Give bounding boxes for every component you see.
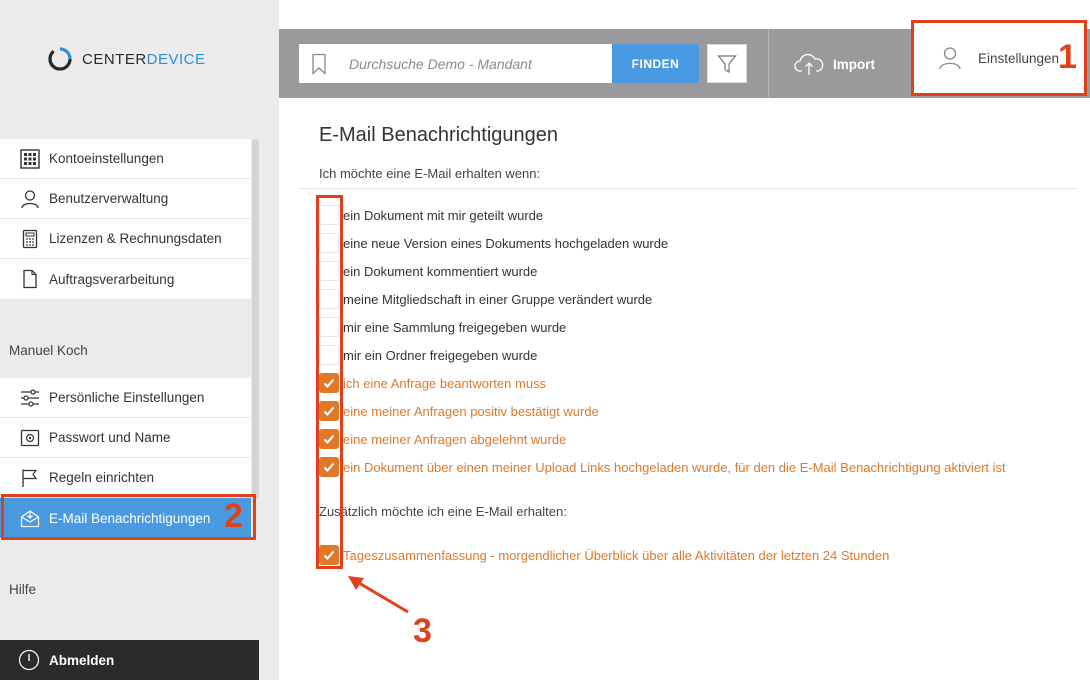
option-label: eine neue Version eines Dokuments hochge…	[343, 235, 669, 251]
bookmark-icon[interactable]	[299, 44, 339, 83]
page-title: E-Mail Benachrichtigungen	[319, 124, 559, 146]
centerdevice-logo[interactable]: CENTERDEVICE	[47, 44, 206, 74]
sidebar-scrollbar[interactable]	[252, 139, 259, 499]
calculator-icon	[20, 229, 40, 249]
sidebar: CENTERDEVICE Kontoeinstellungen Benutzer…	[0, 0, 279, 680]
id-card-icon	[20, 428, 40, 448]
annotation-box-2	[1, 494, 256, 540]
document-icon	[20, 269, 40, 289]
sidebar-item-lizenzen[interactable]: Lizenzen & Rechnungsdaten	[0, 219, 251, 259]
option-row: ich eine Anfrage beantworten muss	[319, 373, 546, 393]
annotation-number-3: 3	[413, 612, 432, 650]
option-row: Tageszusammenfassung - morgendlicher Übe…	[319, 545, 889, 565]
option-label: mir ein Ordner freigegeben wurde	[343, 347, 538, 363]
option-label: eine meiner Anfragen abgelehnt wurde	[343, 431, 567, 447]
cloud-upload-icon	[794, 52, 824, 76]
option-row: mir ein Ordner freigegeben wurde	[319, 345, 537, 365]
option-row: mir eine Sammlung freigegeben wurde	[319, 317, 566, 337]
option-row: ein Dokument über einen meiner Upload Li…	[319, 457, 1006, 477]
annotation-number-2: 2	[224, 497, 243, 535]
sidebar-item-label: Passwort und Name	[49, 430, 171, 445]
import-label: Import	[833, 56, 875, 72]
search-input[interactable]	[339, 45, 599, 82]
option-label: ein Dokument mit mir geteilt wurde	[343, 207, 544, 223]
logout-label: Abmelden	[49, 652, 115, 668]
option-label: ein Dokument kommentiert wurde	[343, 263, 538, 279]
settings-label: Einstellungen	[978, 50, 1060, 66]
sidebar-item-label: Regeln einrichten	[49, 470, 155, 485]
sidebar-item-auftragsverarbeitung[interactable]: Auftragsverarbeitung	[0, 259, 251, 299]
filter-icon	[717, 54, 737, 73]
import-button[interactable]: Import	[794, 49, 875, 79]
grid-icon	[20, 148, 40, 169]
sidebar-item-label: Auftragsverarbeitung	[49, 271, 175, 287]
option-row: eine meiner Anfragen abgelehnt wurde	[319, 429, 566, 449]
sidebar-item-passwort-und-name[interactable]: Passwort und Name	[0, 418, 251, 458]
option-label: ich eine Anfrage beantworten muss	[343, 375, 547, 391]
option-label: eine meiner Anfragen positiv bestätigt w…	[343, 403, 599, 419]
filter-button[interactable]	[707, 44, 747, 83]
option-label: ein Dokument über einen meiner Upload Li…	[343, 459, 1006, 475]
annotation-arrow-icon	[348, 576, 409, 614]
account-settings-group: Kontoeinstellungen Benutzerverwaltung Li…	[0, 139, 251, 299]
section-divider	[299, 188, 1077, 189]
sidebar-item-label: Persönliche Einstellungen	[49, 390, 205, 405]
sidebar-item-persoenliche-einstellungen[interactable]: Persönliche Einstellungen	[0, 378, 251, 418]
user-icon	[938, 46, 962, 70]
option-row: meine Mitgliedschaft in einer Gruppe ver…	[319, 289, 652, 309]
annotation-number-1: 1	[1058, 38, 1077, 76]
option-row: eine neue Version eines Dokuments hochge…	[319, 233, 668, 253]
option-row: ein Dokument mit mir geteilt wurde	[319, 205, 543, 225]
annotation-box-3	[316, 195, 343, 569]
power-icon	[18, 649, 40, 671]
flag-icon	[20, 468, 40, 488]
option-row: ein Dokument kommentiert wurde	[319, 261, 537, 281]
sidebar-item-benutzerverwaltung[interactable]: Benutzerverwaltung	[0, 179, 251, 219]
option-label: Tageszusammenfassung - morgendlicher Übe…	[343, 547, 890, 563]
section-subtitle: Ich möchte eine E-Mail erhalten wenn:	[319, 166, 541, 181]
sidebar-item-label: Lizenzen & Rechnungsdaten	[49, 231, 222, 246]
search-box	[299, 44, 612, 83]
sliders-icon	[20, 388, 40, 408]
help-heading[interactable]: Hilfe	[9, 582, 36, 597]
logout-button[interactable]: Abmelden	[0, 640, 259, 680]
logo-text: CENTERDEVICE	[82, 50, 206, 68]
option-label: mir eine Sammlung freigegeben wurde	[343, 319, 567, 335]
search-button[interactable]: FINDEN	[612, 44, 699, 83]
sidebar-item-kontoeinstellungen[interactable]: Kontoeinstellungen	[0, 139, 251, 179]
user-name-heading: Manuel Koch	[9, 343, 88, 358]
extra-section-heading: Zusätzlich möchte ich eine E-Mail erhalt…	[319, 504, 567, 519]
option-label: meine Mitgliedschaft in einer Gruppe ver…	[343, 291, 653, 307]
sidebar-item-regeln-einrichten[interactable]: Regeln einrichten	[0, 458, 251, 498]
user-icon	[20, 189, 40, 209]
logo-icon	[48, 47, 72, 71]
sidebar-item-label: Benutzerverwaltung	[49, 191, 169, 206]
option-row: eine meiner Anfragen positiv bestätigt w…	[319, 401, 599, 421]
sidebar-item-label: Kontoeinstellungen	[49, 151, 164, 166]
toolbar-divider	[768, 29, 769, 98]
